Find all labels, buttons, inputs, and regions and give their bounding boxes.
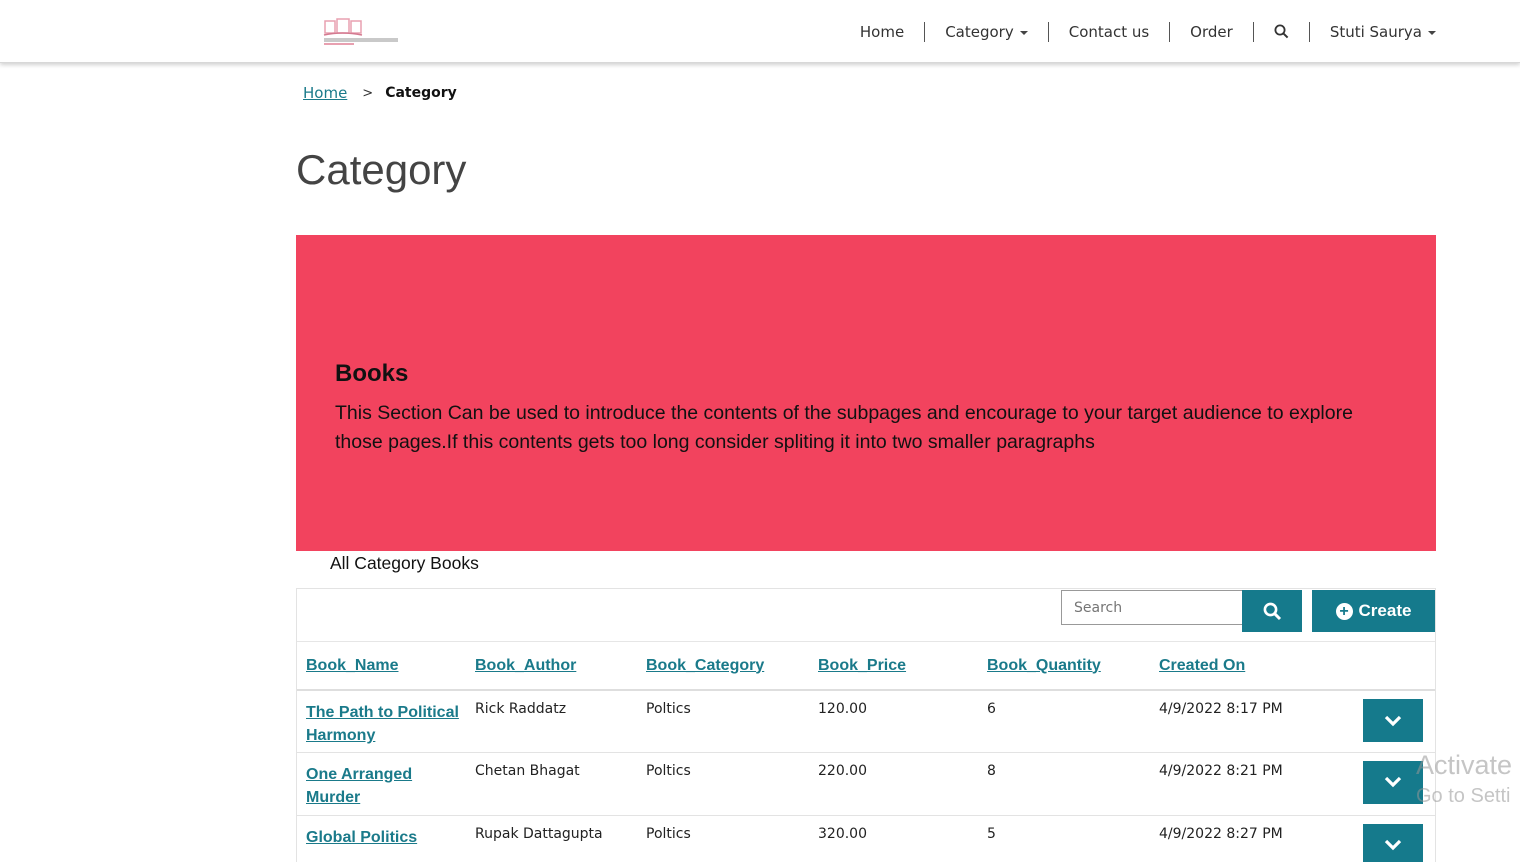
col-header-book-price[interactable]: Book_Price: [809, 642, 978, 691]
chevron-down-icon: [1384, 776, 1402, 788]
col-header-label[interactable]: Book_Author: [475, 657, 576, 674]
cell-book-author: Chetan Bhagat: [466, 752, 637, 816]
cell-book-name: The Path to Political Harmony: [297, 690, 466, 753]
col-header-book-name[interactable]: Book_Name: [297, 642, 466, 691]
page-title: Category: [296, 146, 467, 193]
create-button-label: Create: [1358, 601, 1412, 620]
watermark-line2: Go to Setti: [1416, 785, 1511, 807]
col-header-label[interactable]: Book_Quantity: [987, 657, 1101, 674]
cell-book-category: Poltics: [637, 690, 809, 753]
section-label: All Category Books: [330, 553, 479, 573]
cell-created-on: 4/9/2022 8:21 PM: [1150, 752, 1356, 816]
nav-contact[interactable]: Contact us: [1049, 21, 1171, 42]
bookstore-logo[interactable]: [322, 18, 400, 48]
breadcrumb-home-link[interactable]: Home: [303, 84, 347, 102]
cell-book-price: 120.00: [809, 690, 978, 753]
cell-book-author: Rupak Dattagupta: [466, 815, 637, 862]
col-header-label[interactable]: Book_Price: [818, 657, 906, 674]
col-header-label[interactable]: Created On: [1159, 657, 1245, 674]
plus-circle-icon: +: [1335, 602, 1353, 620]
top-navbar: Home Category Contact us Order Stuti Sau…: [0, 0, 1520, 63]
cell-book-author: Rick Raddatz: [466, 690, 637, 753]
chevron-down-icon: [1384, 715, 1402, 726]
cell-actions: [1356, 690, 1435, 753]
col-header-label[interactable]: Book_Name: [306, 657, 398, 674]
cell-actions: [1356, 815, 1435, 862]
col-header-book-category[interactable]: Book_Category: [637, 642, 809, 691]
book-name-link[interactable]: Global Politics: [306, 826, 466, 849]
cell-book-category: Poltics: [637, 752, 809, 816]
cell-book-name: Global Politics: [297, 815, 466, 862]
chevron-down-icon: [1384, 839, 1402, 851]
nav-order-label: Order: [1190, 22, 1233, 41]
caret-down-icon: [1019, 30, 1028, 35]
col-header-book-author[interactable]: Book_Author: [466, 642, 637, 691]
col-header-label[interactable]: Book_Category: [646, 657, 764, 674]
table-row: Global Politics Rupak Dattagupta Poltics…: [297, 815, 1435, 862]
books-table: Book_Name Book_Author Book_Category Book…: [297, 642, 1435, 862]
row-expand-button[interactable]: [1363, 699, 1423, 742]
table-toolbar: + Create: [297, 589, 1435, 642]
nav-category-label: Category: [945, 22, 1014, 41]
row-expand-button[interactable]: [1363, 760, 1423, 804]
cell-book-category: Poltics: [637, 815, 809, 862]
nav-home-label: Home: [859, 22, 905, 41]
activation-watermark: Activate Go to Setti: [1416, 750, 1512, 808]
col-header-book-quantity[interactable]: Book_Quantity: [978, 642, 1150, 691]
breadcrumb: Home > Category: [303, 84, 457, 102]
col-header-created-on[interactable]: Created On: [1150, 642, 1356, 691]
breadcrumb-current: Category: [385, 85, 457, 101]
cell-book-price: 220.00: [809, 752, 978, 816]
nav-contact-label: Contact us: [1068, 22, 1150, 41]
book-name-link[interactable]: The Path to Political Harmony: [306, 701, 466, 747]
col-header-actions: [1356, 642, 1435, 691]
caret-down-icon: [1428, 30, 1436, 35]
watermark-line1: Activate: [1416, 750, 1513, 780]
banner-title: Books: [335, 360, 409, 387]
cell-created-on: 4/9/2022 8:17 PM: [1150, 690, 1356, 753]
cell-book-quantity: 8: [978, 752, 1150, 816]
nav-search[interactable]: [1254, 21, 1310, 42]
nav-order[interactable]: Order: [1170, 21, 1254, 42]
row-expand-button[interactable]: [1363, 823, 1423, 862]
search-icon: [1263, 602, 1281, 620]
cell-book-quantity: 5: [978, 815, 1150, 862]
hero-banner: Books This Section Can be used to introd…: [296, 235, 1436, 551]
banner-text: This Section Can be used to introduce th…: [335, 402, 1353, 453]
create-button[interactable]: + Create: [1312, 590, 1435, 632]
table-row: The Path to Political Harmony Rick Radda…: [297, 690, 1435, 753]
search-icon: [1274, 24, 1289, 39]
cell-created-on: 4/9/2022 8:27 PM: [1150, 815, 1356, 862]
nav-home[interactable]: Home: [840, 21, 926, 42]
nav-category[interactable]: Category: [925, 21, 1049, 42]
nav-user-menu[interactable]: Stuti Saurya: [1310, 22, 1440, 42]
search-button[interactable]: [1242, 590, 1302, 632]
main-nav: Home Category Contact us Order Stuti Sau…: [840, 0, 1440, 63]
cell-book-price: 320.00: [809, 815, 978, 862]
breadcrumb-separator: >: [362, 85, 374, 101]
nav-user-label: Stuti Saurya: [1329, 22, 1422, 41]
table-header-row: Book_Name Book_Author Book_Category Book…: [297, 642, 1435, 691]
cell-book-name: One Arranged Murder: [297, 752, 466, 816]
book-name-link[interactable]: One Arranged Murder: [306, 763, 466, 809]
table-row: One Arranged Murder Chetan Bhagat Poltic…: [297, 752, 1435, 816]
cell-book-quantity: 6: [978, 690, 1150, 753]
books-panel: + Create Book_Name Book_Author Book_Cate…: [296, 588, 1436, 862]
search-input[interactable]: [1061, 590, 1243, 625]
